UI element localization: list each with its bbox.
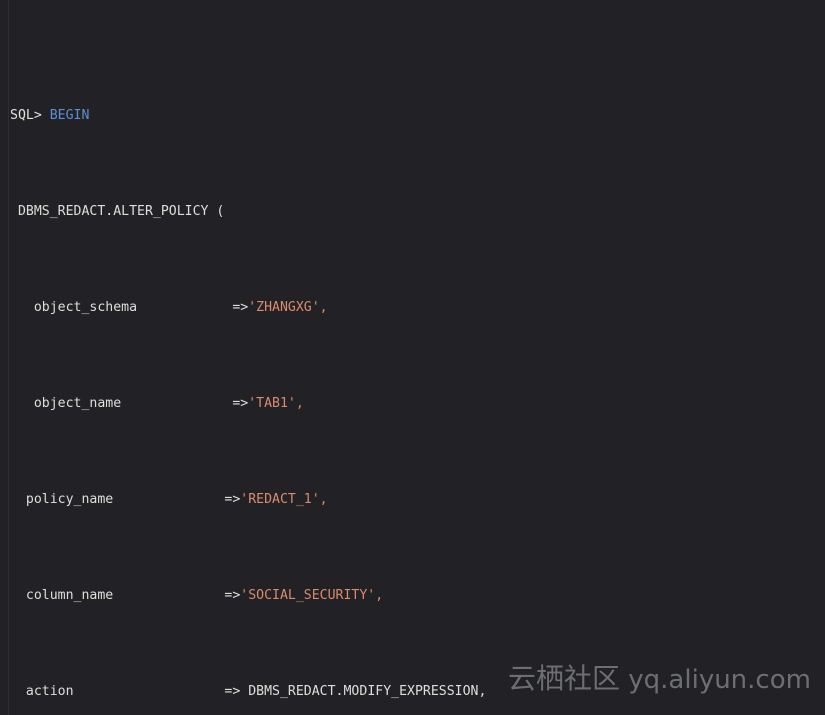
- line-begin: SQL> BEGIN: [10, 104, 825, 128]
- param-name-object-name: object_name: [10, 396, 122, 411]
- param-arrow: =>: [224, 684, 241, 699]
- param-pad: [137, 300, 232, 315]
- line-param-object-name: object_name =>'TAB1',: [10, 392, 825, 416]
- line-alter-policy-call: DBMS_REDACT.ALTER_POLICY (: [10, 200, 825, 224]
- param-name-object-schema: object_schema: [10, 300, 138, 315]
- param-value-object-name: 'TAB1',: [248, 396, 304, 411]
- line-param-object-schema: object_schema =>'ZHANGXG',: [10, 296, 825, 320]
- sql-prompt: SQL>: [10, 108, 42, 123]
- param-value-object-schema: 'ZHANGXG',: [248, 300, 328, 315]
- param-pad: [113, 588, 224, 603]
- line-param-column-name: column_name =>'SOCIAL_SECURITY',: [10, 584, 825, 608]
- terminal-window[interactable]: SQL> BEGIN DBMS_REDACT.ALTER_POLICY ( ob…: [0, 0, 825, 715]
- param-value-column-name: 'SOCIAL_SECURITY',: [240, 588, 384, 603]
- param-pad: [121, 396, 232, 411]
- param-arrow: =>: [232, 396, 249, 411]
- param-value-action: DBMS_REDACT.MODIFY_EXPRESSION,: [240, 684, 487, 699]
- param-pad: [74, 684, 225, 699]
- param-value-policy-name: 'REDACT_1',: [240, 492, 328, 507]
- param-arrow: =>: [232, 300, 249, 315]
- param-arrow: =>: [224, 492, 241, 507]
- param-pad: [113, 492, 224, 507]
- param-name-policy-name: policy_name: [10, 492, 114, 507]
- line-param-action: action => DBMS_REDACT.MODIFY_EXPRESSION,: [10, 680, 825, 704]
- keyword-begin: BEGIN: [49, 108, 90, 123]
- param-name-action: action: [10, 684, 74, 699]
- terminal-screen[interactable]: SQL> BEGIN DBMS_REDACT.ALTER_POLICY ( ob…: [0, 0, 825, 715]
- param-name-column-name: column_name: [10, 588, 114, 603]
- line-param-policy-name: policy_name =>'REDACT_1',: [10, 488, 825, 512]
- param-arrow: =>: [224, 588, 241, 603]
- alter-policy-call: DBMS_REDACT.ALTER_POLICY (: [10, 204, 225, 219]
